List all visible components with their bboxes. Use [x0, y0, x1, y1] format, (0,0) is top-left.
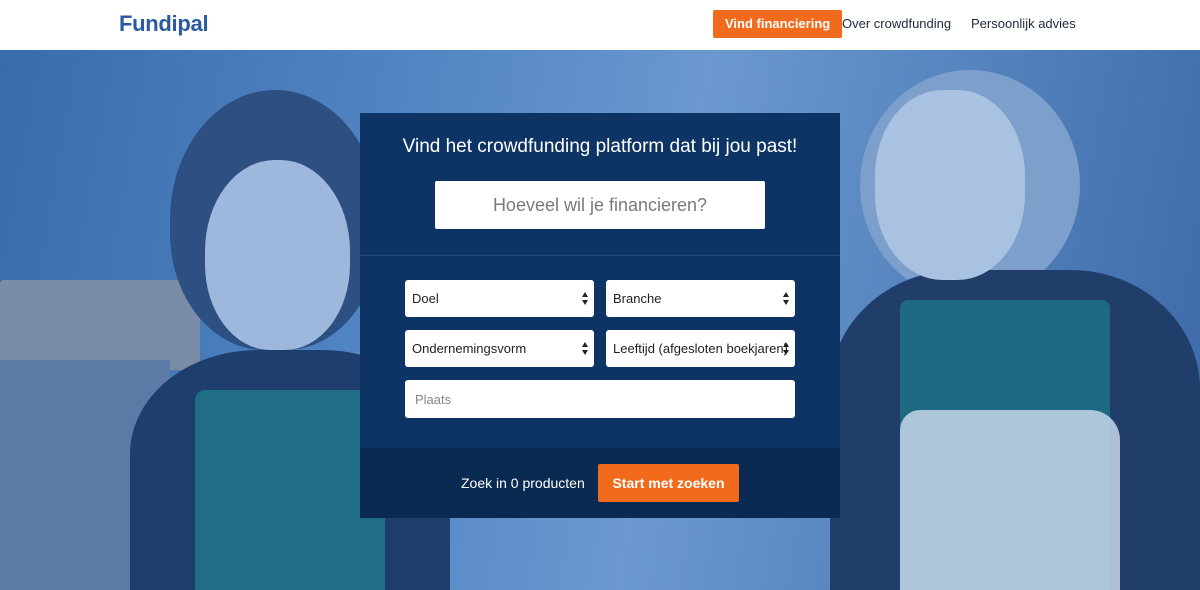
panel-title: Vind het crowdfunding platform dat bij j… [402, 136, 798, 157]
select-arrows-icon [783, 292, 790, 305]
background-papers [0, 280, 200, 370]
background-bag [900, 410, 1120, 590]
person-right-face [875, 90, 1025, 280]
amount-input[interactable] [435, 181, 765, 229]
doel-select[interactable]: Doel [405, 280, 594, 317]
logo[interactable]: Fundipal [119, 11, 209, 37]
site-header: Fundipal Vind financiering Over crowdfun… [0, 0, 1200, 50]
person-left-apron [195, 390, 385, 590]
select-arrows-icon [582, 292, 589, 305]
leeftijd-select-value: Leeftijd (afgesloten boekjaren) [613, 341, 788, 356]
doel-select-value: Doel [412, 291, 439, 306]
nav-over-crowdfunding[interactable]: Over crowdfunding [842, 10, 951, 38]
select-arrows-icon [783, 342, 790, 355]
search-count-text: Zoek in 0 producten [461, 475, 585, 491]
select-arrows-icon [582, 342, 589, 355]
ondernemingsvorm-select[interactable]: Ondernemingsvorm [405, 330, 594, 367]
person-left-face [205, 160, 350, 350]
branche-select-value: Branche [613, 291, 662, 306]
plaats-input[interactable] [405, 380, 795, 418]
start-search-button[interactable]: Start met zoeken [598, 464, 739, 502]
nav-vind-financiering[interactable]: Vind financiering [713, 10, 843, 38]
ondernemingsvorm-select-value: Ondernemingsvorm [412, 341, 527, 356]
search-panel: Vind het crowdfunding platform dat bij j… [360, 113, 840, 518]
nav-persoonlijk-advies[interactable]: Persoonlijk advies [971, 10, 1076, 38]
leeftijd-select[interactable]: Leeftijd (afgesloten boekjaren) [606, 330, 795, 367]
branche-select[interactable]: Branche [606, 280, 795, 317]
